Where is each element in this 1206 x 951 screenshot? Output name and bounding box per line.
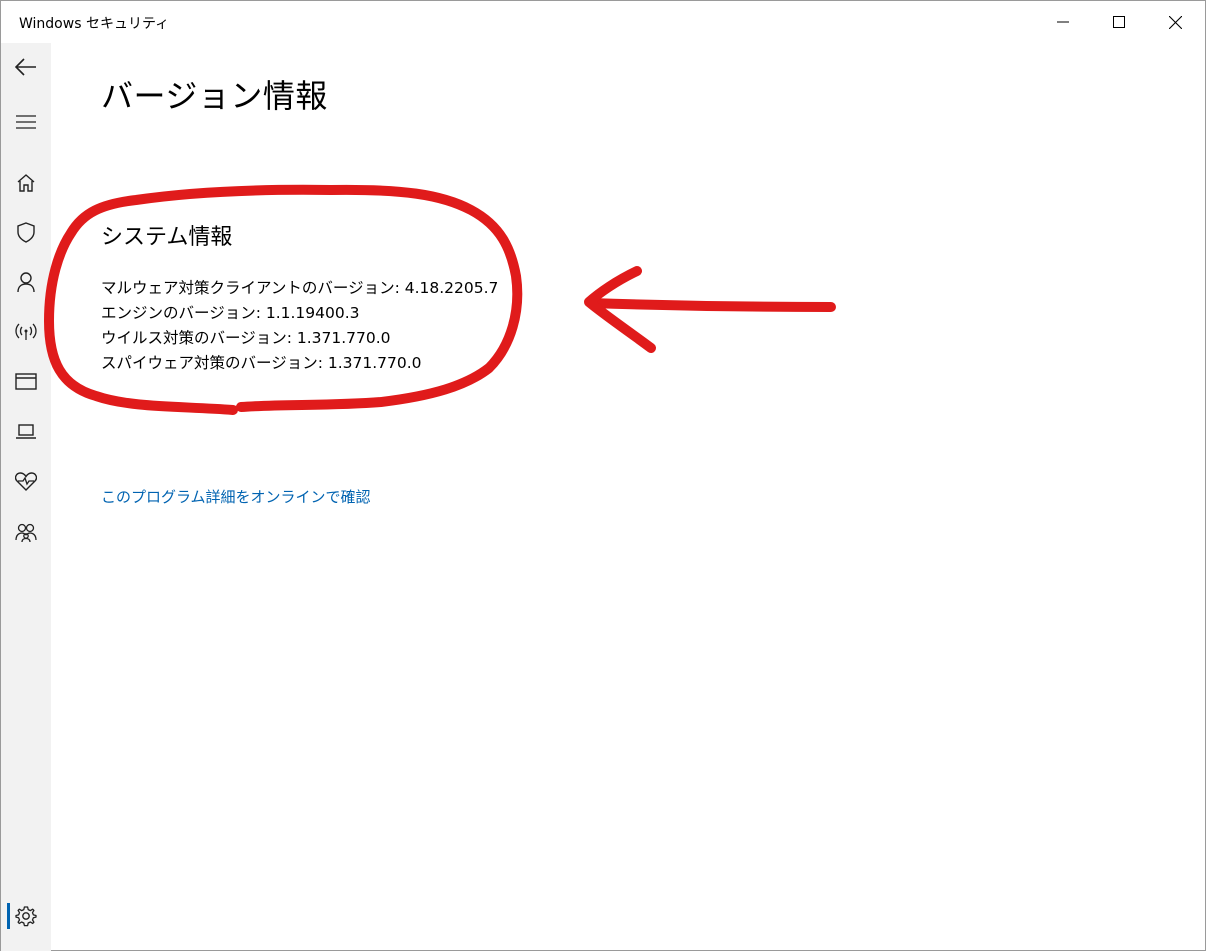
engine-version: エンジンのバージョン: 1.1.19400.3 — [101, 304, 360, 322]
back-button[interactable] — [1, 45, 51, 89]
hamburger-menu-icon — [16, 115, 36, 129]
section-title-system-info: システム情報 — [101, 225, 233, 250]
person-icon — [17, 271, 35, 292]
antispyware-version: スパイウェア対策のバージョン: 1.371.770.0 — [101, 354, 422, 372]
gear-icon — [15, 906, 37, 927]
main-content: バージョン情報 システム情報 マルウェア対策クライアントのバージョン: 4.18… — [51, 43, 1205, 951]
sidebar-item-app-browser-control[interactable] — [1, 359, 51, 403]
sidebar-nav — [1, 43, 51, 951]
wifi-antenna-icon — [15, 323, 37, 340]
minimize-button[interactable] — [1035, 1, 1091, 43]
laptop-icon — [16, 423, 36, 439]
sidebar-item-settings[interactable] — [1, 894, 51, 938]
heart-health-icon — [15, 471, 37, 491]
sidebar-item-firewall-network[interactable] — [1, 310, 51, 354]
hamburger-menu-button[interactable] — [1, 100, 51, 144]
sidebar-item-family-options[interactable] — [1, 511, 51, 555]
family-icon — [15, 523, 37, 543]
title-bar[interactable]: Windows セキュリティ — [1, 1, 1205, 43]
sidebar-item-home[interactable] — [1, 160, 51, 204]
sidebar-item-account-protection[interactable] — [1, 260, 51, 304]
sidebar-item-device-performance-health[interactable] — [1, 459, 51, 503]
close-icon — [1168, 15, 1182, 29]
shield-icon — [17, 221, 35, 243]
malware-client-version: マルウェア対策クライアントのバージョン: 4.18.2205.7 — [101, 279, 499, 297]
antivirus-version: ウイルス対策のバージョン: 1.371.770.0 — [101, 329, 391, 347]
system-info-list: マルウェア対策クライアントのバージョン: 4.18.2205.7 エンジンのバー… — [101, 276, 498, 376]
app-window: Windows セキュリティ バージョン情報 システム情報 マルウェア対策クライ… — [0, 0, 1206, 951]
page-title: バージョン情報 — [101, 77, 328, 115]
minimize-icon — [1057, 21, 1069, 23]
app-browser-icon — [15, 372, 37, 390]
sidebar-item-device-security[interactable] — [1, 409, 51, 453]
home-icon — [17, 173, 35, 192]
maximize-icon — [1113, 16, 1125, 28]
sidebar-item-virus-protection[interactable] — [1, 210, 51, 254]
window-title: Windows セキュリティ — [19, 16, 170, 32]
maximize-button[interactable] — [1091, 1, 1147, 43]
online-details-link[interactable]: このプログラム詳細をオンラインで確認 — [101, 486, 371, 507]
back-arrow-icon — [15, 58, 36, 76]
close-button[interactable] — [1147, 1, 1203, 43]
